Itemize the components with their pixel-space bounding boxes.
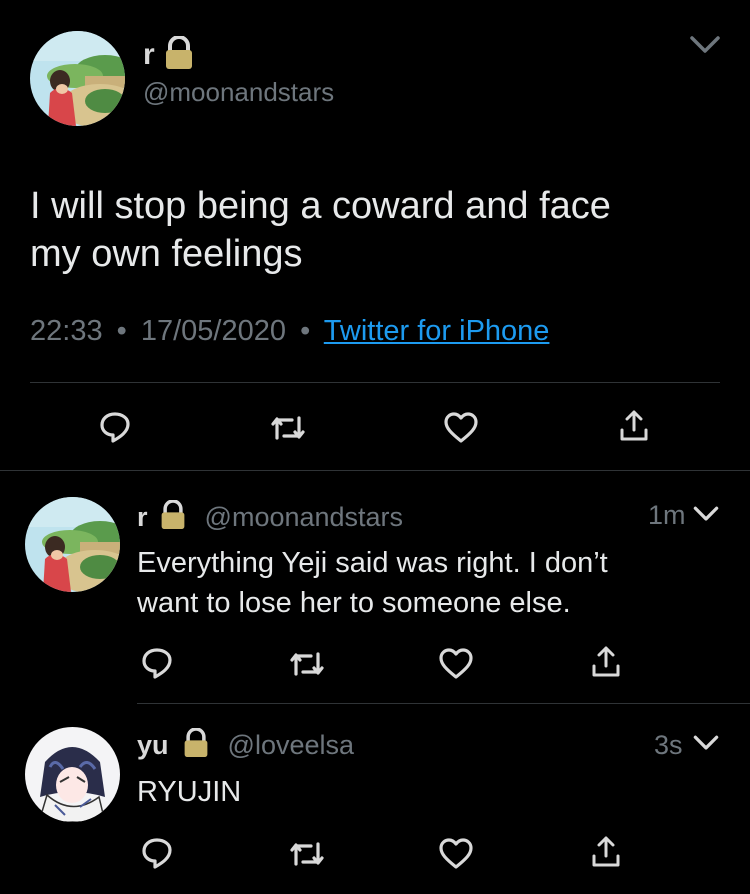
- avatar-image: [30, 31, 125, 126]
- share-icon: [592, 836, 620, 867]
- reply-time: 1m: [648, 500, 686, 530]
- reply-icon: [142, 648, 172, 679]
- display-name[interactable]: r: [143, 38, 155, 72]
- like-icon: [439, 838, 473, 869]
- share-icon: [620, 410, 648, 441]
- reply-time: 3s: [654, 730, 683, 760]
- tweet-meta: 22:33 • 17/05/2020 • Twitter for iPhone: [30, 315, 549, 348]
- avatar[interactable]: [30, 31, 125, 126]
- like-icon: [444, 412, 478, 443]
- avatar-image: [25, 497, 120, 592]
- share-button[interactable]: [590, 644, 622, 680]
- reply-button[interactable]: [140, 646, 174, 680]
- chevron-down-icon[interactable]: [688, 34, 722, 56]
- share-button[interactable]: [590, 834, 622, 870]
- user-handle[interactable]: @loveelsa: [228, 730, 354, 760]
- lock-icon: [163, 35, 195, 75]
- retweet-icon: [290, 652, 324, 676]
- retweet-button[interactable]: [287, 647, 327, 681]
- retweet-button[interactable]: [268, 411, 308, 445]
- tweet-text-line: my own feelings: [30, 233, 303, 275]
- meta-separator: •: [116, 315, 127, 347]
- divider: [0, 470, 750, 471]
- display-name[interactable]: r: [137, 502, 148, 532]
- reply-header: yu @loveelsa: [137, 727, 354, 765]
- like-icon: [439, 648, 473, 679]
- share-button[interactable]: [618, 408, 650, 444]
- reply-icon: [100, 412, 130, 443]
- like-button[interactable]: [438, 837, 474, 871]
- reply-icon: [142, 838, 172, 869]
- share-icon: [592, 646, 620, 677]
- divider: [137, 703, 750, 704]
- reply-text: Everything Yeji said was right. I don’t …: [137, 543, 608, 623]
- lock-icon: [159, 499, 187, 537]
- tweet-text: I will stop being a coward and face my o…: [30, 182, 611, 278]
- tweet-time[interactable]: 22:33: [30, 315, 103, 347]
- avatar[interactable]: [25, 497, 120, 592]
- user-handle[interactable]: @moonandstars: [143, 77, 334, 108]
- reply-button[interactable]: [98, 410, 132, 444]
- tweet-date[interactable]: 17/05/2020: [141, 315, 286, 347]
- like-button[interactable]: [438, 647, 474, 681]
- tweet-source-link[interactable]: Twitter for iPhone: [324, 315, 550, 347]
- divider: [30, 382, 720, 383]
- display-name[interactable]: yu: [137, 730, 169, 760]
- retweet-icon: [290, 842, 324, 866]
- retweet-button[interactable]: [287, 837, 327, 871]
- reply-button[interactable]: [140, 836, 174, 870]
- avatar[interactable]: [25, 727, 120, 822]
- meta-separator: •: [300, 315, 311, 347]
- reply-text-line: want to lose her to someone else.: [137, 587, 571, 619]
- reply-text-line: Everything Yeji said was right. I don’t: [137, 547, 608, 579]
- reply-header: r @moonandstars: [137, 499, 404, 537]
- avatar-image: [25, 727, 120, 822]
- like-button[interactable]: [443, 411, 479, 445]
- user-handle[interactable]: @moonandstars: [205, 502, 404, 532]
- tweet-text-line: I will stop being a coward and face: [30, 185, 611, 227]
- lock-icon: [182, 727, 210, 765]
- chevron-down-icon[interactable]: [692, 734, 720, 752]
- chevron-down-icon[interactable]: [692, 505, 720, 523]
- reply-text: RYUJIN: [137, 776, 242, 808]
- retweet-icon: [271, 416, 305, 440]
